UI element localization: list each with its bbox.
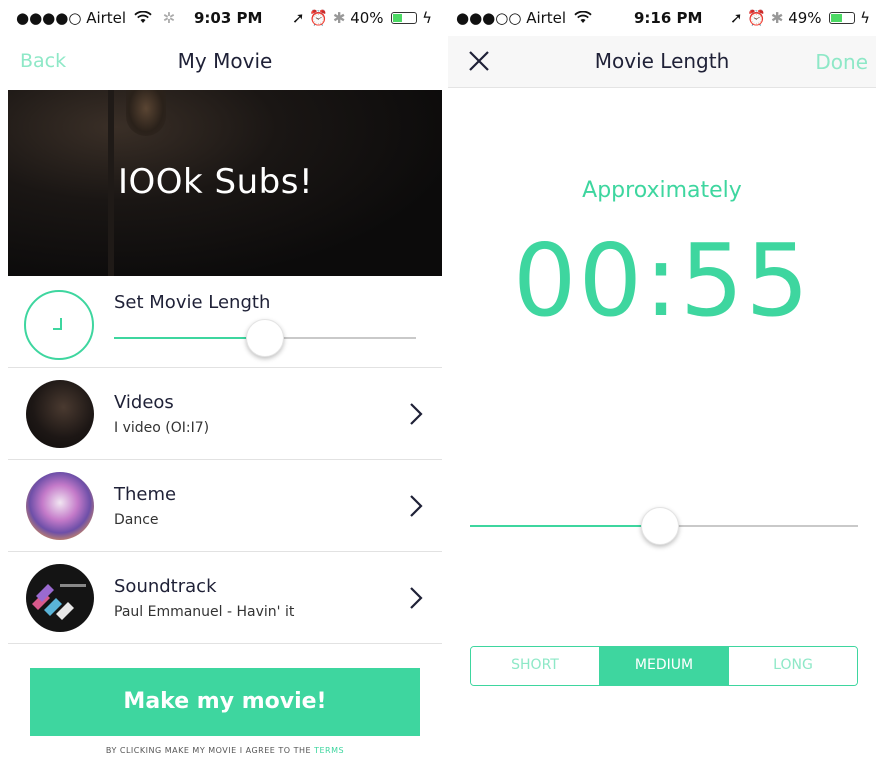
alarm-icon: ⏰: [309, 9, 329, 27]
terms-notice: BY CLICKING MAKE MY MOVIE I AGREE TO THE…: [8, 746, 442, 755]
movie-title-overlay: IOOk Subs!: [118, 162, 314, 202]
status-bar: ●●●●○ Airtel ✲ 9:03 PM ➚ ⏰ ✱ 40% ϟ: [8, 0, 442, 36]
status-right: ➚ ⏰ ✱ 40% ϟ: [292, 9, 432, 27]
alarm-icon: ⏰: [747, 9, 767, 27]
activity-icon: ✲: [162, 9, 176, 27]
charging-icon: ϟ: [422, 9, 432, 27]
row-title: Theme: [114, 484, 177, 505]
chevron-right-icon: [410, 495, 423, 517]
movie-length-row[interactable]: Set Movie Length: [8, 276, 442, 368]
nav-bar: Back My Movie: [8, 36, 442, 88]
status-right: ➚ ⏰ ✱ 49% ϟ: [730, 9, 870, 27]
length-slider-thumb[interactable]: [246, 319, 284, 357]
row-subtitle: Paul Emmanuel - Havin' it: [114, 604, 295, 620]
terms-link[interactable]: TERMS: [314, 746, 344, 755]
bluetooth-icon: ✱: [332, 9, 346, 27]
my-movie-screen: ●●●●○ Airtel ✲ 9:03 PM ➚ ⏰ ✱ 40% ϟ Back …: [8, 0, 442, 761]
carrier-label: ●●●●○ Airtel ✲: [16, 9, 176, 27]
carrier-label: ●●●○○ Airtel: [456, 9, 592, 27]
row-subtitle: I video (OI:I7): [114, 420, 210, 436]
status-bar: ●●●○○ Airtel 9:16 PM ➚ ⏰ ✱ 49% ϟ: [448, 0, 876, 36]
chevron-right-icon: [410, 587, 423, 609]
segment-medium[interactable]: MEDIUM: [599, 647, 728, 685]
wifi-icon: [574, 10, 592, 23]
soundtrack-row[interactable]: Soundtrack Paul Emmanuel - Havin' it: [8, 552, 442, 644]
chevron-right-icon: [410, 403, 423, 425]
approximately-label: Approximately: [582, 178, 742, 203]
row-subtitle: Dance: [114, 512, 159, 528]
row-title: Videos: [114, 392, 174, 413]
segment-short[interactable]: SHORT: [471, 647, 599, 685]
movie-length-screen: ●●●○○ Airtel 9:16 PM ➚ ⏰ ✱ 49% ϟ Movie L…: [448, 0, 876, 761]
make-movie-button[interactable]: Make my movie!: [30, 668, 420, 736]
battery-percent: 49%: [788, 9, 822, 27]
clock-icon: [24, 290, 94, 360]
row-title: Soundtrack: [114, 576, 217, 597]
battery-percent: 40%: [350, 9, 384, 27]
soundtrack-album-art: [26, 564, 94, 632]
segment-long[interactable]: LONG: [728, 647, 857, 685]
album-art-graphic: [32, 584, 86, 620]
theme-thumbnail: [26, 472, 94, 540]
clock-time: 9:16 PM: [634, 9, 703, 27]
nav-bar: Movie Length Done: [448, 36, 876, 88]
duration-slider-fill: [470, 525, 661, 527]
charging-icon: ϟ: [860, 9, 870, 27]
battery-icon: [391, 12, 418, 24]
location-icon: ➚: [730, 9, 743, 27]
length-slider-fill: [114, 337, 265, 339]
duration-display: 00:55: [512, 222, 812, 339]
location-icon: ➚: [292, 9, 305, 27]
wifi-icon: [134, 10, 152, 23]
done-button[interactable]: Done: [815, 50, 868, 74]
duration-slider-thumb[interactable]: [641, 507, 680, 545]
videos-row[interactable]: Videos I video (OI:I7): [8, 368, 442, 460]
bluetooth-icon: ✱: [770, 9, 784, 27]
movie-length-label: Set Movie Length: [114, 292, 271, 313]
clock-time: 9:03 PM: [194, 9, 263, 27]
movie-cover-image[interactable]: IOOk Subs!: [8, 90, 442, 276]
page-title: Movie Length: [594, 49, 730, 73]
videos-thumbnail: [26, 380, 94, 448]
theme-row[interactable]: Theme Dance: [8, 460, 442, 552]
lamp-decor: [126, 90, 166, 136]
battery-icon: [829, 12, 856, 24]
page-title: My Movie: [177, 49, 273, 73]
length-segmented-control: SHORT MEDIUM LONG: [470, 646, 858, 686]
background-decor: [108, 90, 114, 276]
terms-text: BY CLICKING MAKE MY MOVIE I AGREE TO THE: [105, 746, 315, 755]
